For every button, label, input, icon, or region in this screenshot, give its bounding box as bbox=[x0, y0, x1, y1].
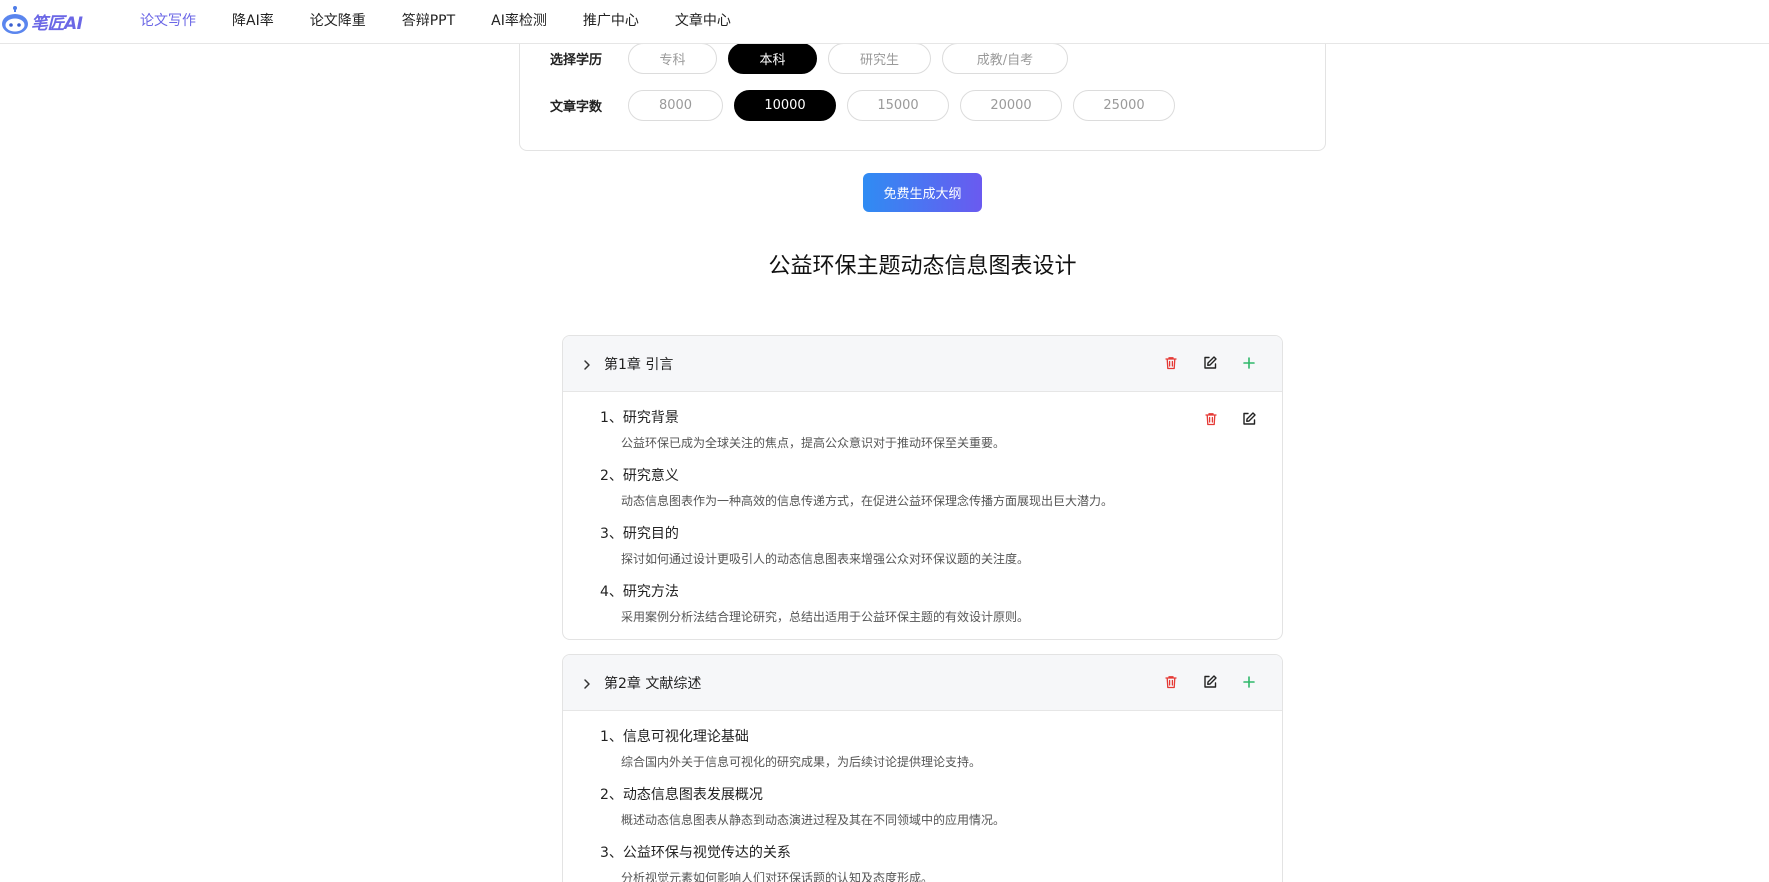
education-label: 选择学历 bbox=[550, 53, 603, 68]
nav-item-ai-detection[interactable]: AI率检测 bbox=[491, 10, 547, 30]
brand-logo[interactable]: 笔匠AI bbox=[0, 4, 83, 38]
outline-title: 公益环保主题动态信息图表设计 bbox=[768, 254, 1077, 279]
top-navbar: 笔匠AI 论文写作 降AI率 论文降重 答辩PPT AI率检测 推广中心 文章中… bbox=[0, 0, 1769, 44]
nav-item-article-center[interactable]: 文章中心 bbox=[675, 10, 731, 30]
section-title: 3、研究目的 bbox=[600, 526, 679, 542]
section-list: 1、研究背景 公益环保已成为全球关注的焦点，提高公众意识对于推动环保至关重要。 … bbox=[563, 392, 1282, 639]
section-title: 2、研究意义 bbox=[600, 468, 679, 484]
trash-icon[interactable] bbox=[1162, 354, 1180, 372]
chapter-header: 第1章 引言 bbox=[563, 336, 1282, 392]
nav-item-promotion-center[interactable]: 推广中心 bbox=[583, 10, 639, 30]
word-count-option-25000[interactable]: 25000 bbox=[1073, 90, 1175, 121]
education-option-graduate[interactable]: 研究生 bbox=[828, 43, 931, 74]
edit-icon[interactable] bbox=[1240, 410, 1258, 428]
plus-icon[interactable] bbox=[1240, 673, 1258, 691]
chevron-right-icon[interactable] bbox=[581, 676, 593, 690]
section-item: 1、信息可视化理论基础 综合国内外关于信息可视化的研究成果，为后续讨论提供理论支… bbox=[563, 727, 1282, 785]
education-option-junior-college[interactable]: 专科 bbox=[628, 43, 717, 74]
section-description: 动态信息图表作为一种高效的信息传递方式，在促进公益环保理念传播方面展现出巨大潜力… bbox=[621, 494, 1114, 508]
section-title: 1、信息可视化理论基础 bbox=[600, 729, 749, 745]
section-item: 4、研究方法 采用案例分析法结合理论研究，总结出适用于公益环保主题的有效设计原则… bbox=[563, 582, 1282, 639]
section-title: 2、动态信息图表发展概况 bbox=[600, 787, 763, 803]
section-actions bbox=[1182, 410, 1258, 428]
section-description: 综合国内外关于信息可视化的研究成果，为后续讨论提供理论支持。 bbox=[621, 755, 982, 769]
word-count-option-10000[interactable]: 10000 bbox=[734, 90, 836, 121]
section-item: 2、动态信息图表发展概况 概述动态信息图表从静态到动态演进过程及其在不同领域中的… bbox=[563, 785, 1282, 843]
section-item: 3、研究目的 探讨如何通过设计更吸引人的动态信息图表来增强公众对环保议题的关注度… bbox=[563, 524, 1282, 582]
section-title: 3、公益环保与视觉传达的关系 bbox=[600, 845, 791, 861]
word-count-option-8000[interactable]: 8000 bbox=[628, 90, 723, 121]
section-item: 3、公益环保与视觉传达的关系 分析视觉元素如何影响人们对环保话题的认知及态度形成… bbox=[563, 843, 1282, 882]
trash-icon[interactable] bbox=[1202, 410, 1220, 428]
word-count-option-15000[interactable]: 15000 bbox=[847, 90, 949, 121]
chapter-header: 第2章 文献综述 bbox=[563, 655, 1282, 711]
section-item: 2、研究意义 动态信息图表作为一种高效的信息传递方式，在促进公益环保理念传播方面… bbox=[563, 466, 1282, 524]
nav-item-reduce-ai-rate[interactable]: 降AI率 bbox=[232, 10, 274, 30]
edit-icon[interactable] bbox=[1201, 354, 1219, 372]
chapter-actions bbox=[1141, 673, 1258, 691]
robot-logo-icon bbox=[0, 6, 30, 36]
plus-icon[interactable] bbox=[1240, 354, 1258, 372]
word-count-option-20000[interactable]: 20000 bbox=[960, 90, 1062, 121]
trash-icon[interactable] bbox=[1162, 673, 1180, 691]
chapter-card: 第1章 引言 1、研究背景 公益环保已成为全球关注的焦点，提高公众意识对于推动环… bbox=[562, 335, 1283, 640]
chapter-actions bbox=[1141, 354, 1258, 372]
education-selector: 选择学历 专科 本科 研究生 成教/自考 bbox=[550, 43, 1079, 74]
word-count-label: 文章字数 bbox=[550, 100, 603, 115]
section-title: 4、研究方法 bbox=[600, 584, 679, 600]
edit-icon[interactable] bbox=[1201, 673, 1219, 691]
word-count-selector: 文章字数 8000 10000 15000 20000 25000 bbox=[550, 90, 1186, 121]
section-item: 1、研究背景 公益环保已成为全球关注的焦点，提高公众意识对于推动环保至关重要。 bbox=[563, 408, 1282, 466]
chevron-right-icon[interactable] bbox=[581, 357, 593, 371]
nav-item-thesis-writing[interactable]: 论文写作 bbox=[140, 10, 196, 30]
education-option-bachelor[interactable]: 本科 bbox=[728, 43, 817, 74]
nav-item-defense-ppt[interactable]: 答辩PPT bbox=[402, 10, 455, 30]
nav-item-plagiarism-reduction[interactable]: 论文降重 bbox=[310, 10, 366, 30]
section-description: 概述动态信息图表从静态到动态演进过程及其在不同领域中的应用情况。 bbox=[621, 813, 1006, 827]
chapter-card: 第2章 文献综述 1、信息可视化理论基础 综合国内外关于信息可视化的研究成果，为… bbox=[562, 654, 1283, 882]
brand-name: 笔匠AI bbox=[31, 13, 83, 34]
section-description: 探讨如何通过设计更吸引人的动态信息图表来增强公众对环保议题的关注度。 bbox=[621, 552, 1030, 566]
chapter-title: 第1章 引言 bbox=[604, 356, 674, 373]
section-description: 公益环保已成为全球关注的焦点，提高公众意识对于推动环保至关重要。 bbox=[621, 436, 1006, 450]
section-description: 分析视觉元素如何影响人们对环保话题的认知及态度形成。 bbox=[621, 871, 934, 882]
education-option-adult-education[interactable]: 成教/自考 bbox=[942, 43, 1068, 74]
generate-outline-button[interactable]: 免费生成大纲 bbox=[863, 173, 982, 212]
nav-menu: 论文写作 降AI率 论文降重 答辩PPT AI率检测 推广中心 文章中心 bbox=[140, 0, 767, 40]
chapter-title: 第2章 文献综述 bbox=[604, 675, 702, 692]
section-list: 1、信息可视化理论基础 综合国内外关于信息可视化的研究成果，为后续讨论提供理论支… bbox=[563, 711, 1282, 882]
section-description: 采用案例分析法结合理论研究，总结出适用于公益环保主题的有效设计原则。 bbox=[621, 610, 1030, 624]
section-title: 1、研究背景 bbox=[600, 410, 679, 426]
